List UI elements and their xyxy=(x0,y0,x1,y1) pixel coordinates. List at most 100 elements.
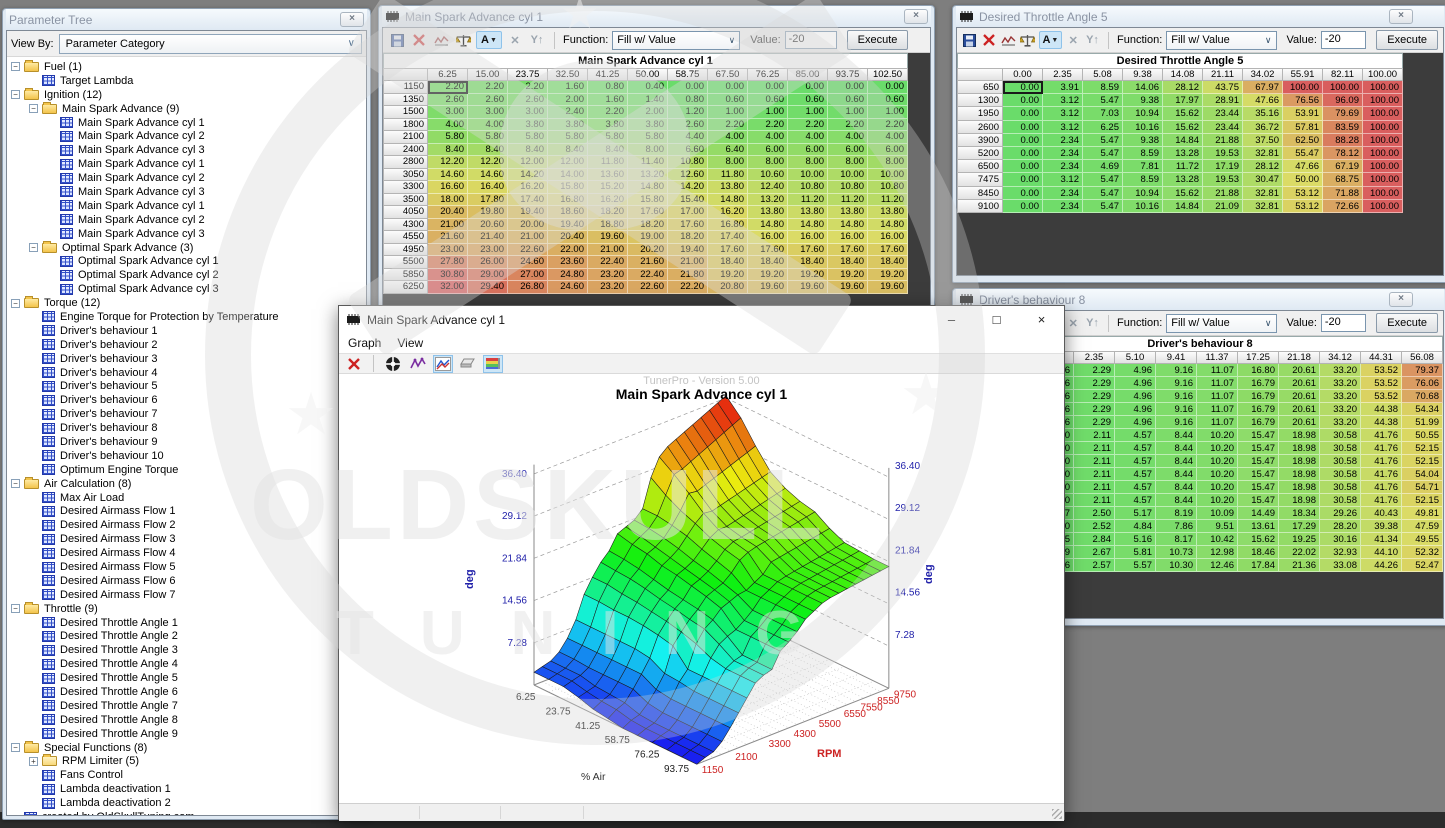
table-cell[interactable]: 18.20 xyxy=(668,231,708,244)
save-icon[interactable] xyxy=(962,32,977,48)
table-cell[interactable]: 44.10 xyxy=(1361,546,1402,559)
table-cell[interactable]: 8.00 xyxy=(868,156,908,169)
table-cell[interactable]: 8.40 xyxy=(508,144,548,157)
table-cell[interactable]: 20.61 xyxy=(1279,364,1320,377)
tree-item[interactable]: Main Spark Advance cyl 2 xyxy=(11,129,366,143)
table-cell[interactable]: 41.76 xyxy=(1361,481,1402,494)
row-header[interactable]: 5500 xyxy=(383,256,428,269)
row-header[interactable]: 1150 xyxy=(383,81,428,94)
table-cell[interactable]: 0.00 xyxy=(748,81,788,94)
column-header[interactable]: 14.08 xyxy=(1163,68,1203,81)
table-cell[interactable]: 22.02 xyxy=(1279,546,1320,559)
row-header[interactable]: 1350 xyxy=(383,94,428,107)
tree-item[interactable]: Desired Airmass Flow 7 xyxy=(11,588,366,602)
row-header[interactable]: 6250 xyxy=(383,281,428,294)
table-cell[interactable]: 6.40 xyxy=(708,144,748,157)
table-cell[interactable]: 10.09 xyxy=(1197,507,1238,520)
table-cell[interactable]: 100.00 xyxy=(1363,81,1403,94)
table-cell[interactable]: 8.40 xyxy=(468,144,508,157)
table-cell[interactable]: 2.29 xyxy=(1074,364,1115,377)
table-cell[interactable]: 17.60 xyxy=(668,219,708,232)
table-cell[interactable]: 16.79 xyxy=(1238,377,1279,390)
table-cell[interactable]: 20.80 xyxy=(708,281,748,294)
row-header[interactable]: 1950 xyxy=(957,107,1003,120)
table-cell[interactable]: 11.80 xyxy=(708,169,748,182)
trace-target-icon[interactable] xyxy=(383,355,403,373)
table-cell[interactable]: 19.00 xyxy=(628,231,668,244)
table-cell[interactable]: 14.80 xyxy=(828,219,868,232)
function-select[interactable]: Fill w/ Value∨ xyxy=(1166,31,1276,50)
column-header[interactable]: 32.50 xyxy=(548,68,588,81)
table-cell[interactable]: 2.34 xyxy=(1043,134,1083,147)
close-icon[interactable]: × xyxy=(340,12,364,27)
table-cell[interactable]: 0.00 xyxy=(668,81,708,94)
table-cell[interactable]: 54.04 xyxy=(1402,468,1443,481)
table-cell[interactable]: 100.00 xyxy=(1363,147,1403,160)
table-cell[interactable]: 23.00 xyxy=(468,244,508,257)
table-cell[interactable]: 23.00 xyxy=(428,244,468,257)
table-cell[interactable]: 4.00 xyxy=(708,131,748,144)
table-cell[interactable]: 1.00 xyxy=(828,106,868,119)
collapse-icon[interactable]: − xyxy=(11,62,20,71)
table-cell[interactable]: 5.16 xyxy=(1115,533,1156,546)
table-cell[interactable]: 5.47 xyxy=(1083,173,1123,186)
table-cell[interactable]: 18.40 xyxy=(828,256,868,269)
table-cell[interactable]: 8.40 xyxy=(548,144,588,157)
view-by-select[interactable]: Parameter Category ∨ xyxy=(59,34,362,54)
table-cell[interactable]: 7.03 xyxy=(1083,107,1123,120)
table-cell[interactable]: 10.80 xyxy=(828,181,868,194)
tree-item[interactable]: Main Spark Advance cyl 3 xyxy=(11,227,366,241)
tree-item[interactable]: Main Spark Advance cyl 2 xyxy=(11,171,366,185)
table-cell[interactable]: 88.28 xyxy=(1323,134,1363,147)
collapse-icon[interactable]: − xyxy=(11,90,20,99)
table-cell[interactable]: 6.25 xyxy=(1083,121,1123,134)
resize-grip-icon[interactable] xyxy=(1052,809,1062,819)
scales-compare-icon[interactable] xyxy=(1020,32,1035,48)
tree-item[interactable]: Optimal Spark Advance cyl 1 xyxy=(11,254,366,268)
table-cell[interactable]: 18.98 xyxy=(1279,455,1320,468)
function-select[interactable]: Fill w/ Value∨ xyxy=(1166,314,1276,333)
row-header[interactable]: 8450 xyxy=(957,187,1003,200)
table-cell[interactable]: 4.57 xyxy=(1115,494,1156,507)
tree-item[interactable]: Desired Throttle Angle 6 xyxy=(11,685,366,699)
table-cell[interactable]: 16.20 xyxy=(508,181,548,194)
column-header[interactable]: 76.25 xyxy=(748,68,788,81)
table-cell[interactable]: 41.76 xyxy=(1361,494,1402,507)
table-cell[interactable]: 17.40 xyxy=(708,231,748,244)
table-cell[interactable]: 18.00 xyxy=(428,194,468,207)
column-header[interactable]: 17.25 xyxy=(1238,351,1279,364)
table-cell[interactable]: 53.52 xyxy=(1361,364,1402,377)
collapse-icon[interactable]: − xyxy=(11,479,20,488)
table-cell[interactable]: 13.61 xyxy=(1238,520,1279,533)
table-cell[interactable]: 30.47 xyxy=(1243,173,1283,186)
table-cell[interactable]: 19.40 xyxy=(508,206,548,219)
table-cell[interactable]: 14.20 xyxy=(508,169,548,182)
table-cell[interactable]: 19.60 xyxy=(788,281,828,294)
row-header[interactable]: 2600 xyxy=(957,121,1003,134)
table-cell[interactable]: 33.20 xyxy=(1320,403,1361,416)
table-cell[interactable]: 2.52 xyxy=(1074,520,1115,533)
tree-item[interactable]: Main Spark Advance cyl 3 xyxy=(11,143,366,157)
table-cell[interactable]: 28.91 xyxy=(1203,94,1243,107)
table-cell[interactable]: 5.47 xyxy=(1083,147,1123,160)
table-cell[interactable]: 3.80 xyxy=(548,119,588,132)
table-cell[interactable]: 0.00 xyxy=(1003,134,1043,147)
table-cell[interactable]: 12.20 xyxy=(468,156,508,169)
row-header[interactable]: 3900 xyxy=(957,134,1003,147)
table-cell[interactable]: 100.00 xyxy=(1363,134,1403,147)
table-cell[interactable]: 16.80 xyxy=(708,219,748,232)
table-cell[interactable]: 4.96 xyxy=(1115,403,1156,416)
table-cell[interactable]: 4.96 xyxy=(1115,377,1156,390)
table-cell[interactable]: 10.73 xyxy=(1156,546,1197,559)
delete-icon[interactable] xyxy=(344,355,364,373)
table-cell[interactable]: 14.00 xyxy=(548,169,588,182)
table-cell[interactable]: 0.00 xyxy=(1003,121,1043,134)
row-header[interactable]: 650 xyxy=(957,81,1003,94)
table-cell[interactable]: 70.68 xyxy=(1402,390,1443,403)
table-cell[interactable]: 33.08 xyxy=(1320,559,1361,572)
surface-graph-icon[interactable] xyxy=(433,355,453,373)
table-cell[interactable]: 18.20 xyxy=(588,206,628,219)
tree-item[interactable]: Driver's behaviour 4 xyxy=(11,366,366,380)
table-cell[interactable]: 15.62 xyxy=(1238,533,1279,546)
table-cell[interactable]: 28.20 xyxy=(1320,520,1361,533)
